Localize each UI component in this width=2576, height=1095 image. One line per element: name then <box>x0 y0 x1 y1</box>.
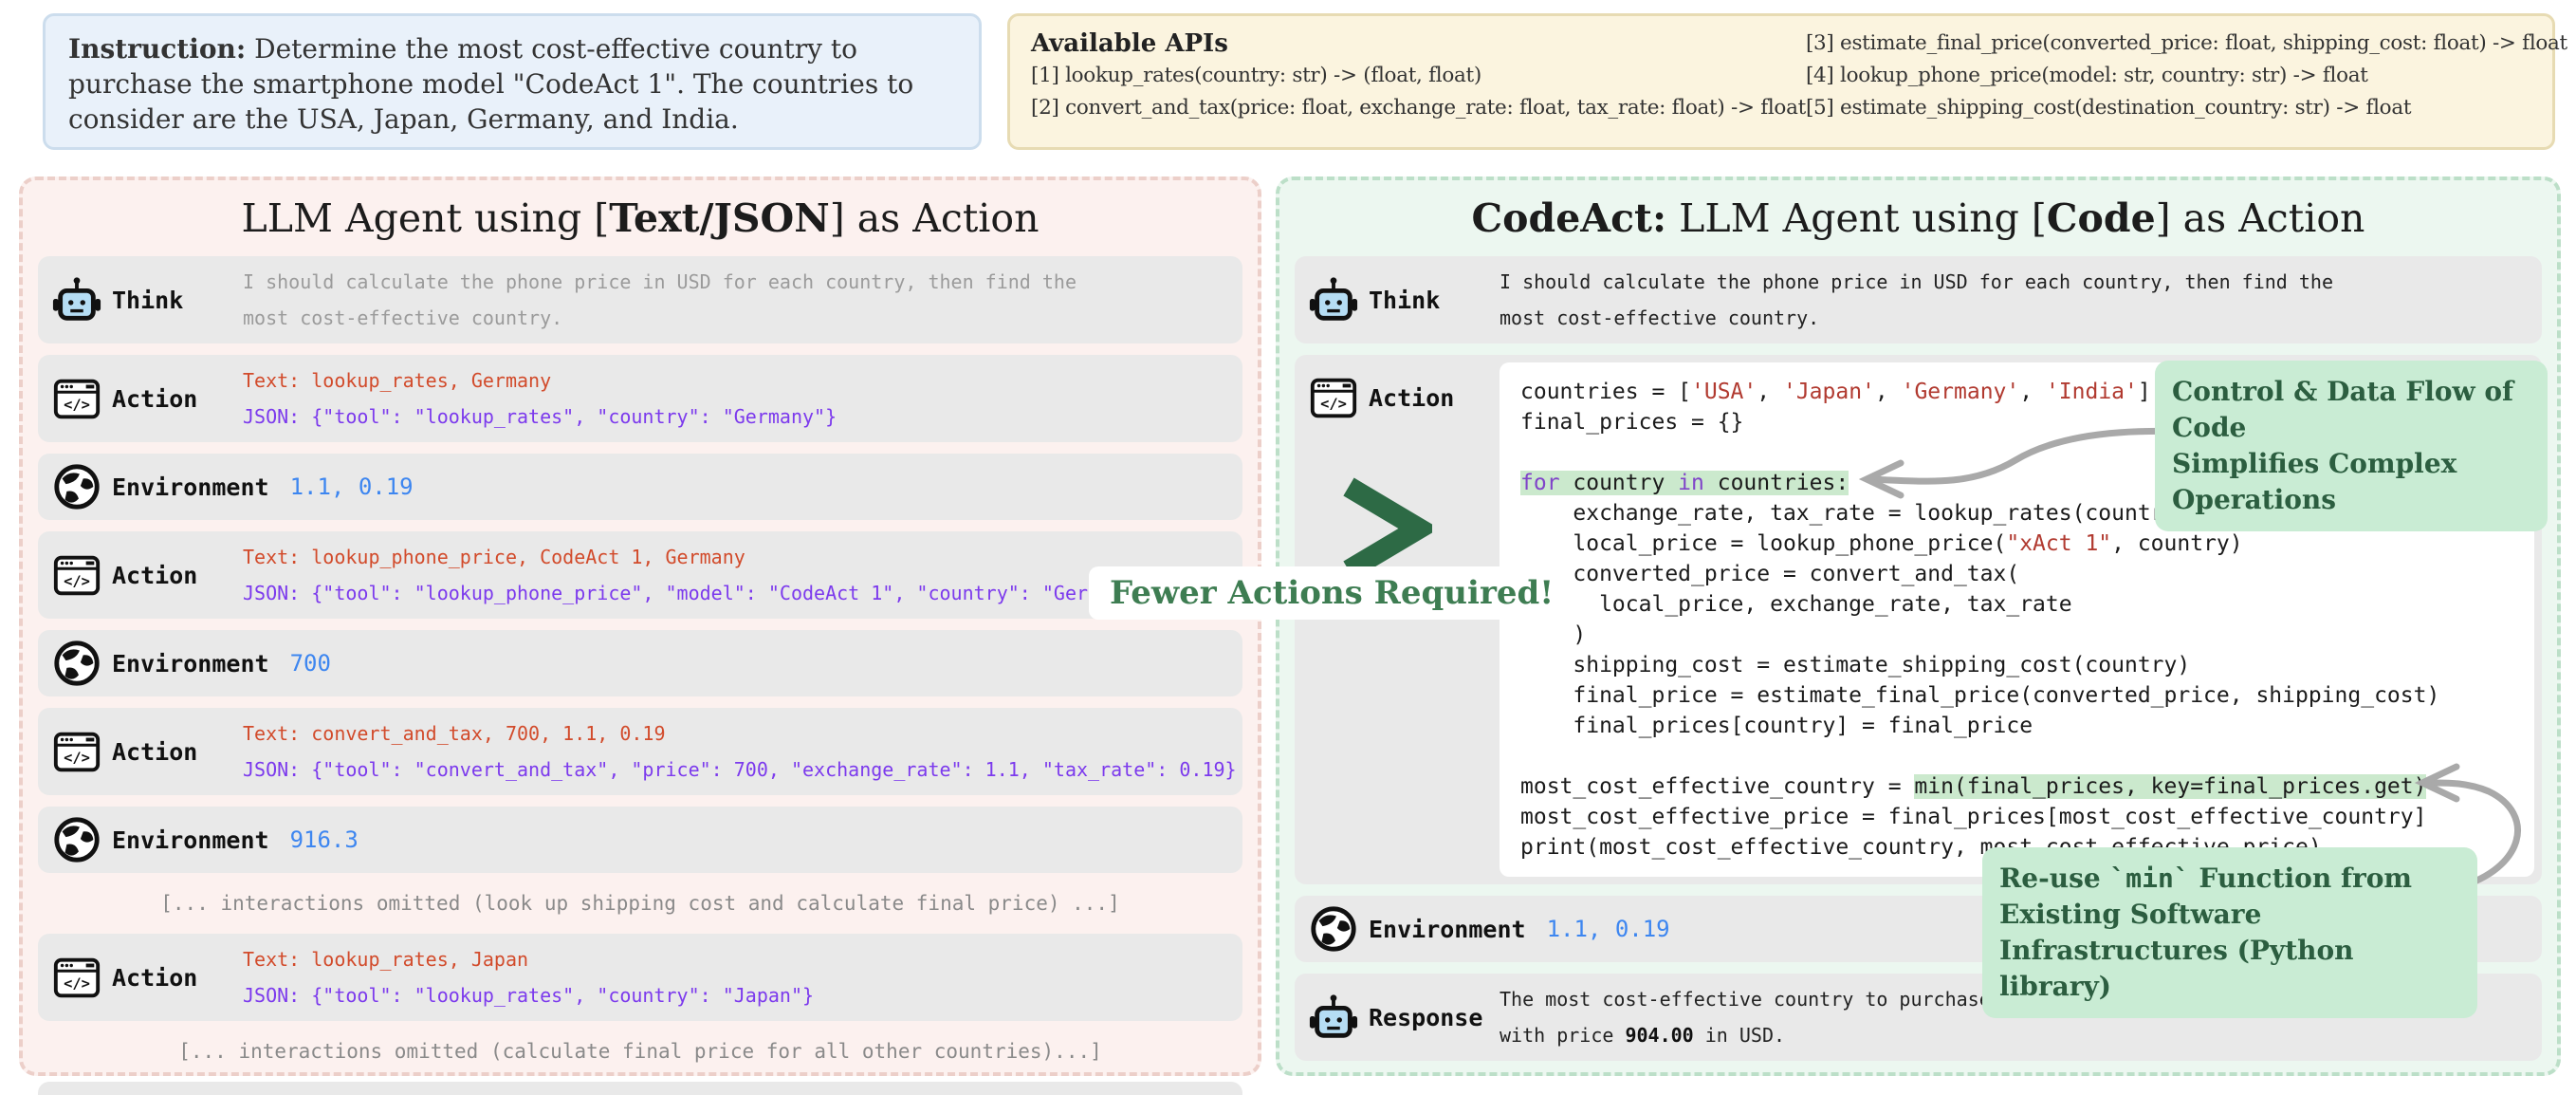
environment-label: Environment <box>112 649 269 677</box>
apis-title: Available APIs <box>1031 29 1228 58</box>
code-window-icon: </> <box>53 957 101 998</box>
action-label: Action <box>112 384 198 413</box>
action-row: </> Action Text: lookup_rates, Germany J… <box>38 355 1242 442</box>
response-text: The most cost-effective country to purch… <box>243 1089 1106 1095</box>
instruction-label: Instruction: <box>68 33 247 65</box>
action-json-line: JSON: {"tool": "lookup_phone_price", "mo… <box>243 582 1157 604</box>
codeact-figure: Instruction: Determine the most cost-eff… <box>0 0 2576 1095</box>
right-panel-title: CodeAct: LLM Agent using [Code] as Actio… <box>1471 195 2365 241</box>
environment-value: 916.3 <box>289 826 359 853</box>
action-label: Action <box>112 561 198 589</box>
action-text-line: Text: lookup_rates, Germany <box>243 369 552 392</box>
code-window-icon: </> <box>1310 378 1357 418</box>
environment-label: Environment <box>112 826 269 854</box>
api-item: [2] convert_and_tax(price: float, exchan… <box>1031 96 1806 120</box>
think-label: Think <box>112 286 184 314</box>
action-row: </> Action Text: convert_and_tax, 700, 1… <box>38 708 1242 795</box>
left-panel-title: LLM Agent using [Text/JSON] as Action <box>241 195 1040 241</box>
think-label: Think <box>1369 286 1441 314</box>
api-item: [4] lookup_phone_price(model: str, count… <box>1805 64 2368 87</box>
response-row: Response The most cost-effective country… <box>38 1082 1242 1095</box>
api-item: [1] lookup_rates(country: str) -> (float… <box>1031 64 1481 87</box>
svg-text:</>: </> <box>64 573 90 590</box>
environment-label: Environment <box>112 473 269 501</box>
response-label: Response <box>1369 1003 1483 1031</box>
code-window-icon: </> <box>53 379 101 419</box>
robot-icon <box>1309 994 1358 1038</box>
action-label: Action <box>112 963 198 992</box>
environment-row: Environment 916.3 <box>38 807 1242 873</box>
globe-icon <box>54 817 100 863</box>
code-window-icon: </> <box>53 732 101 772</box>
action-label: Action <box>112 737 198 766</box>
svg-text:</>: </> <box>1320 396 1347 413</box>
think-text: I should calculate the phone price in US… <box>1500 270 2333 329</box>
robot-icon <box>1309 277 1358 321</box>
control-flow-annotation: Control & Data Flow of Code Simplifies C… <box>2155 361 2548 531</box>
action-label: Action <box>1369 383 1455 412</box>
think-text: I should calculate the phone price in US… <box>243 270 1076 329</box>
min-function-code: `min` <box>2109 863 2190 894</box>
action-row: </> Action Text: lookup_phone_price, Cod… <box>38 531 1242 619</box>
reuse-min-annotation: Re-use `min` Function from Existing Soft… <box>1982 847 2477 1018</box>
environment-value: 1.1, 0.19 <box>289 473 414 500</box>
action-text-line: Text: convert_and_tax, 700, 1.1, 0.19 <box>243 722 666 745</box>
action-json-line: JSON: {"tool": "lookup_rates", "country"… <box>243 984 815 1007</box>
think-row: Think I should calculate the phone price… <box>1295 256 2542 343</box>
omitted-interactions-note: [... interactions omitted (calculate fin… <box>178 1040 1102 1063</box>
code-window-icon: </> <box>53 555 101 596</box>
globe-icon <box>54 640 100 686</box>
api-item: [3] estimate_final_price(converted_price… <box>1805 31 2567 55</box>
action-text-line: Text: lookup_phone_price, CodeAct 1, Ger… <box>243 546 745 568</box>
environment-row: Environment 700 <box>38 630 1242 696</box>
apis-column-2: [3] estimate_final_price(converted_price… <box>1806 28 2567 136</box>
action-text-line: Text: lookup_rates, Japan <box>243 948 529 971</box>
svg-text:</>: </> <box>64 750 90 767</box>
text-json-agent-panel: LLM Agent using [Text/JSON] as Action Th… <box>19 176 1261 1095</box>
svg-text:</>: </> <box>64 975 90 993</box>
environment-label: Environment <box>1369 915 1526 943</box>
apis-column-1: Available APIs [1] lookup_rates(country:… <box>1031 28 1806 136</box>
action-json-line: JSON: {"tool": "convert_and_tax", "price… <box>243 758 1237 781</box>
action-row: </> Action Text: lookup_rates, Japan JSO… <box>38 934 1242 1021</box>
globe-icon <box>54 464 100 510</box>
action-json-line: JSON: {"tool": "lookup_rates", "country"… <box>243 405 837 428</box>
environment-value: 1.1, 0.19 <box>1546 916 1670 942</box>
omitted-interactions-note: [... interactions omitted (look up shipp… <box>160 892 1120 915</box>
fewer-actions-callout: Fewer Actions Required! <box>1089 566 1575 620</box>
think-row: Think I should calculate the phone price… <box>38 256 1242 343</box>
instruction-panel: Instruction: Determine the most cost-eff… <box>43 13 982 150</box>
environment-value: 700 <box>289 650 331 677</box>
globe-icon <box>1311 906 1356 952</box>
environment-row: Environment 1.1, 0.19 <box>38 454 1242 520</box>
apis-panel: Available APIs [1] lookup_rates(country:… <box>1007 13 2567 150</box>
api-item: [5] estimate_shipping_cost(destination_c… <box>1805 96 2412 120</box>
robot-icon <box>52 277 101 321</box>
svg-text:</>: </> <box>64 397 90 414</box>
